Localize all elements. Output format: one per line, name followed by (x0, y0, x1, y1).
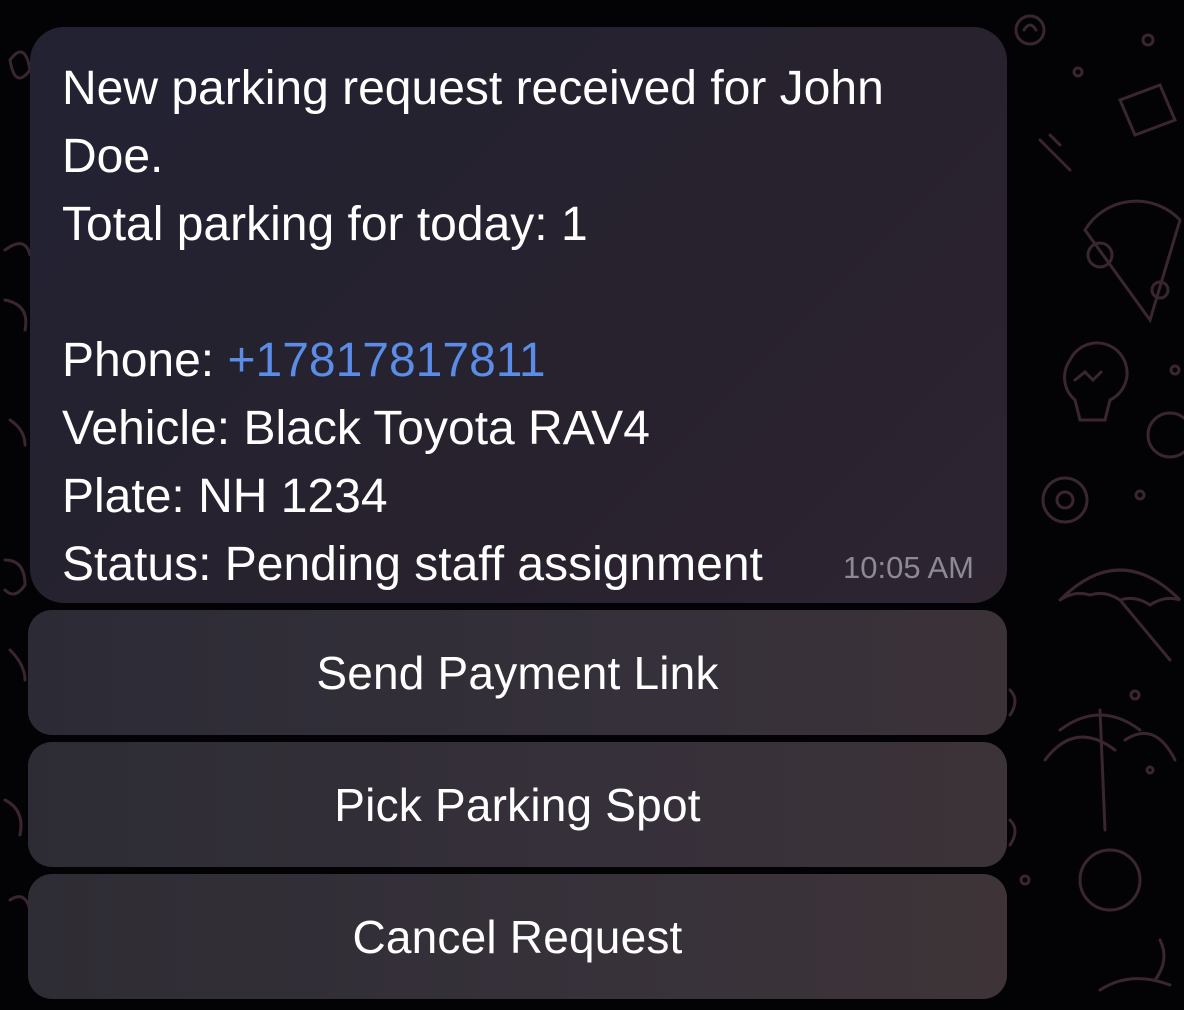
message-line-name-end: Doe. (62, 130, 164, 183)
message-bubble: New parking request received for John Do… (30, 27, 1007, 603)
message-line-status: Status: Pending staff assignment (62, 538, 763, 591)
phone-link[interactable]: +17817817811 (227, 334, 545, 387)
message-line-total: Total parking for today: 1 (62, 198, 588, 251)
cancel-request-button[interactable]: Cancel Request (28, 874, 1007, 999)
message-line-request: New parking request received for John (62, 62, 884, 115)
pick-parking-spot-button[interactable]: Pick Parking Spot (28, 742, 1007, 867)
message-line-plate: Plate: NH 1234 (62, 470, 388, 523)
message-line-vehicle: Vehicle: Black Toyota RAV4 (62, 402, 650, 455)
phone-label: Phone: (62, 334, 228, 387)
message-line-phone: Phone: +17817817811 (62, 327, 975, 395)
send-payment-link-button[interactable]: Send Payment Link (28, 610, 1007, 735)
message-timestamp: 10:05 AM (843, 550, 974, 585)
